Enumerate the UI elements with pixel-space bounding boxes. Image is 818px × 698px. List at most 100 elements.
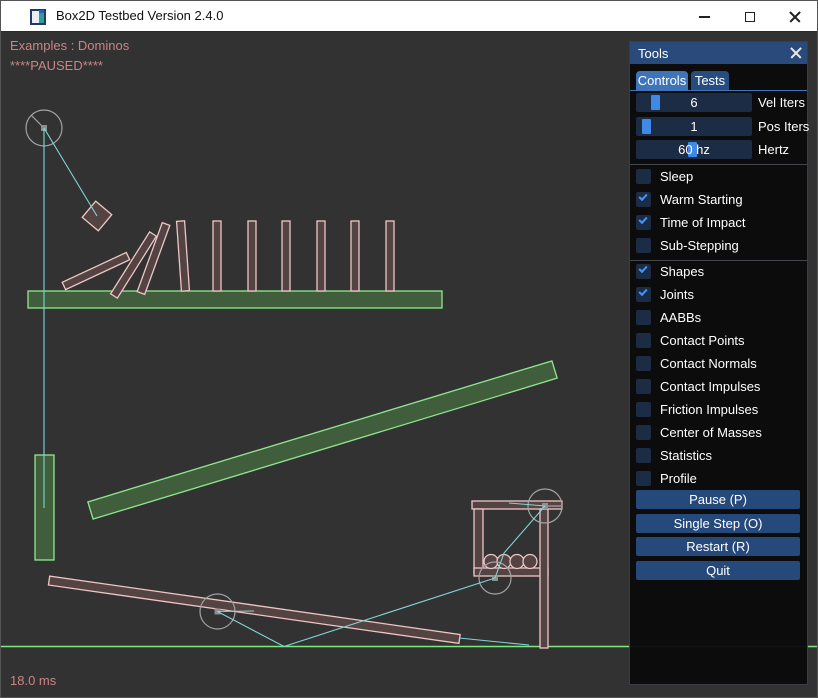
checkbox-row-contact-normals[interactable]: Contact Normals	[636, 356, 803, 371]
checkbox-row-contact-impulses[interactable]: Contact Impulses	[636, 379, 803, 394]
standing-domino-1	[177, 221, 190, 291]
check-icon	[638, 215, 647, 224]
app-icon	[30, 9, 46, 25]
angled-plank	[88, 361, 557, 519]
checkbox-sub-stepping[interactable]	[636, 238, 651, 253]
pos-iters-label: Pos Iters	[758, 117, 809, 136]
checkbox-center-of-masses[interactable]	[636, 425, 651, 440]
tab-controls[interactable]: Controls	[636, 71, 688, 90]
checkbox-contact-impulses[interactable]	[636, 379, 651, 394]
tools-panel: Tools Controls Tests 6 Vel Iters 1 Pos I…	[629, 41, 808, 685]
paused-label: ****PAUSED****	[10, 58, 103, 73]
vel-iters-slider-row: 6 Vel Iters	[636, 93, 803, 112]
checkbox-row-center-of-masses[interactable]: Center of Masses	[636, 425, 803, 440]
checkbox-warm-starting-label: Warm Starting	[660, 192, 743, 207]
tabbar-separator	[630, 90, 807, 91]
checkbox-contact-normals[interactable]	[636, 356, 651, 371]
standing-domino-6	[351, 221, 359, 291]
joint-line-wheel	[218, 611, 255, 612]
minimize-button[interactable]	[682, 1, 727, 32]
tab-tests[interactable]: Tests	[691, 71, 729, 90]
checkbox-shapes-label: Shapes	[660, 264, 704, 279]
separator-1	[630, 164, 807, 165]
vel-iters-value: 6	[636, 93, 752, 112]
ball-4	[523, 555, 537, 569]
joint-line-ground	[459, 638, 529, 645]
checkbox-row-friction-impulses[interactable]: Friction Impulses	[636, 402, 803, 417]
pause-button[interactable]: Pause (P)	[636, 490, 800, 509]
checkbox-sleep-label: Sleep	[660, 169, 693, 184]
joint-line-diag-right	[284, 578, 495, 647]
checkbox-sub-stepping-label: Sub-Stepping	[660, 238, 739, 253]
standing-domino-5	[317, 221, 325, 291]
minimize-icon	[699, 16, 710, 18]
checkbox-time-of-impact[interactable]	[636, 215, 651, 230]
maximize-button[interactable]	[727, 1, 772, 32]
checkbox-profile-label: Profile	[660, 471, 697, 486]
checkbox-row-shapes[interactable]: Shapes	[636, 264, 803, 279]
hertz-value: 60 hz	[636, 140, 752, 159]
checkbox-row-aabbs[interactable]: AABBs	[636, 310, 803, 325]
checkbox-friction-impulses[interactable]	[636, 402, 651, 417]
check-icon	[638, 192, 647, 201]
check-icon	[638, 287, 647, 296]
vel-iters-label: Vel Iters	[758, 93, 805, 112]
checkbox-row-sub-stepping[interactable]: Sub-Stepping	[636, 238, 803, 253]
checkbox-statistics-label: Statistics	[660, 448, 712, 463]
checkbox-row-warm-starting[interactable]: Warm Starting	[636, 192, 803, 207]
pos-iters-value: 1	[636, 117, 752, 136]
joint-line-bob	[44, 128, 97, 216]
tools-panel-title: Tools	[638, 46, 668, 61]
checkbox-row-contact-points[interactable]: Contact Points	[636, 333, 803, 348]
single-step-button[interactable]: Single Step (O)	[636, 514, 800, 533]
frame-right-post	[540, 509, 548, 648]
checkbox-contact-points[interactable]	[636, 333, 651, 348]
tools-close-button[interactable]	[789, 46, 803, 60]
standing-domino-3	[248, 221, 256, 291]
checkbox-time-of-impact-label: Time of Impact	[660, 215, 745, 230]
hertz-label: Hertz	[758, 140, 789, 159]
frame-top-beam	[472, 501, 562, 509]
checkbox-contact-normals-label: Contact Normals	[660, 356, 757, 371]
standing-domino-2	[213, 221, 221, 291]
checkbox-aabbs-label: AABBs	[660, 310, 701, 325]
checkbox-warm-starting[interactable]	[636, 192, 651, 207]
tab-tests-label: Tests	[695, 73, 725, 88]
quit-button[interactable]: Quit	[636, 561, 800, 580]
close-button[interactable]	[772, 1, 817, 32]
domino-shelf	[28, 291, 442, 308]
standing-domino-4	[282, 221, 290, 291]
checkbox-row-profile[interactable]: Profile	[636, 471, 803, 486]
frame-time-label: 18.0 ms	[10, 673, 56, 688]
app-window: Examples : Dominos ****PAUSED**** 18.0 m…	[0, 0, 818, 698]
checkbox-joints-label: Joints	[660, 287, 694, 302]
checkbox-sleep[interactable]	[636, 169, 651, 184]
maximize-icon	[745, 12, 755, 22]
os-titlebar: Box2D Testbed Version 2.4.0	[1, 1, 817, 32]
checkbox-center-of-masses-label: Center of Masses	[660, 425, 762, 440]
frame-left-post	[474, 509, 483, 573]
checkbox-row-statistics[interactable]: Statistics	[636, 448, 803, 463]
tab-controls-label: Controls	[638, 73, 686, 88]
checkbox-row-sleep[interactable]: Sleep	[636, 169, 803, 184]
checkbox-profile[interactable]	[636, 471, 651, 486]
hertz-slider-row: 60 hz Hertz	[636, 140, 803, 159]
checkbox-row-joints[interactable]: Joints	[636, 287, 803, 302]
tools-panel-titlebar[interactable]: Tools	[630, 42, 807, 64]
ball-3	[510, 555, 524, 569]
checkbox-row-time-of-impact[interactable]: Time of Impact	[636, 215, 803, 230]
standing-domino-7	[386, 221, 394, 291]
checkbox-statistics[interactable]	[636, 448, 651, 463]
checkbox-aabbs[interactable]	[636, 310, 651, 325]
checkbox-contact-impulses-label: Contact Impulses	[660, 379, 760, 394]
restart-button[interactable]: Restart (R)	[636, 537, 800, 556]
window-title: Box2D Testbed Version 2.4.0	[56, 8, 223, 23]
checkbox-friction-impulses-label: Friction Impulses	[660, 402, 758, 417]
close-icon	[789, 11, 801, 23]
example-label: Examples : Dominos	[10, 38, 129, 53]
checkbox-shapes[interactable]	[636, 264, 651, 279]
separator-2	[630, 260, 807, 261]
checkbox-contact-points-label: Contact Points	[660, 333, 745, 348]
check-icon	[638, 264, 647, 273]
checkbox-joints[interactable]	[636, 287, 651, 302]
